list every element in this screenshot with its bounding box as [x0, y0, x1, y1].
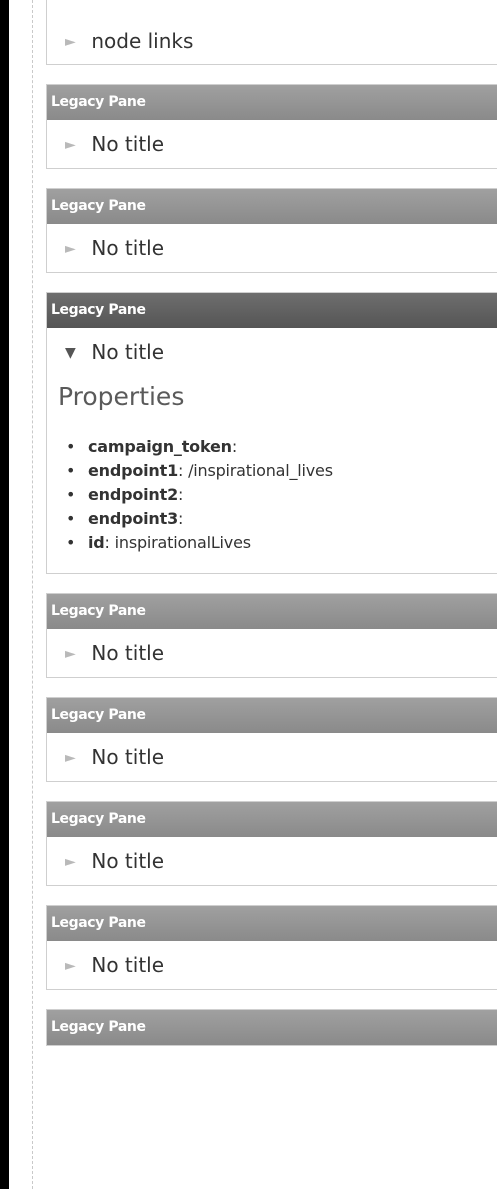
property-key: id — [88, 533, 105, 552]
property-item: id: inspirationalLives — [66, 531, 497, 555]
pane-header: Legacy Pane — [47, 293, 497, 328]
properties-list: campaign_token: endpoint1: /inspirationa… — [47, 435, 497, 573]
pane-header: Legacy Pane — [47, 189, 497, 224]
pane-header: Legacy Pane — [47, 85, 497, 120]
pane-header: Legacy Pane — [47, 1010, 497, 1045]
pane-title-row[interactable]: ► No title — [47, 120, 497, 168]
triangle-right-icon[interactable]: ► — [65, 630, 79, 678]
pane-list: ► node links Legacy Pane ► No title Lega… — [46, 0, 497, 1046]
triangle-right-icon[interactable]: ► — [65, 121, 79, 169]
pane-header: Legacy Pane — [47, 594, 497, 629]
pane-title-row[interactable]: ► No title — [47, 224, 497, 272]
triangle-right-icon[interactable]: ► — [65, 734, 79, 782]
legacy-pane: Legacy Pane — [46, 1009, 497, 1046]
pane-title: No title — [91, 745, 165, 769]
legacy-pane: Legacy Pane ► No title — [46, 697, 497, 782]
triangle-right-icon[interactable]: ► — [65, 225, 79, 273]
triangle-right-icon[interactable]: ► — [65, 942, 79, 990]
property-separator: : — [231, 437, 238, 456]
pane-node-links: ► node links — [46, 0, 497, 65]
property-separator: : — [178, 485, 184, 504]
left-dashed-divider — [32, 0, 33, 1189]
pane-title: No title — [91, 340, 165, 364]
property-item: endpoint3: — [66, 507, 497, 531]
pane-title-row[interactable]: ► node links — [47, 0, 497, 64]
property-key: campaign_token — [88, 437, 232, 456]
pane-title-row[interactable]: ► No title — [47, 941, 497, 989]
pane-title: node links — [91, 29, 194, 53]
pane-title: No title — [91, 953, 165, 977]
legacy-pane: Legacy Pane ► No title — [46, 188, 497, 273]
pane-title-row[interactable]: ► No title — [47, 733, 497, 781]
legacy-pane: Legacy Pane ► No title — [46, 593, 497, 678]
legacy-pane: Legacy Pane ► No title — [46, 905, 497, 990]
property-item: endpoint2: — [66, 483, 497, 507]
legacy-pane: Legacy Pane ► No title — [46, 801, 497, 886]
pane-header: Legacy Pane — [47, 906, 497, 941]
property-item: endpoint1: /inspirational_lives — [66, 459, 497, 483]
property-key: endpoint3 — [88, 509, 178, 528]
pane-header: Legacy Pane — [47, 802, 497, 837]
pane-title: No title — [91, 849, 165, 873]
property-value: inspirationalLives — [109, 533, 251, 552]
triangle-right-icon[interactable]: ► — [65, 0, 79, 85]
properties-heading: Properties — [58, 382, 185, 411]
pane-title-row[interactable]: ► No title — [47, 629, 497, 677]
pane-title: No title — [91, 641, 165, 665]
property-key: endpoint2 — [88, 485, 178, 504]
triangle-down-icon[interactable]: ▼ — [65, 329, 79, 377]
legacy-pane-expanded: Legacy Pane ▼ No title Properties campai… — [46, 292, 497, 574]
property-separator: : — [178, 509, 184, 528]
page-frame: ► node links Legacy Pane ► No title Lega… — [9, 0, 497, 1189]
pane-title-row[interactable]: ► No title — [47, 837, 497, 885]
property-key: endpoint1 — [88, 461, 178, 480]
triangle-right-icon[interactable]: ► — [65, 838, 79, 886]
legacy-pane: Legacy Pane ► No title — [46, 84, 497, 169]
pane-title: No title — [91, 236, 165, 260]
property-value: /inspirational_lives — [183, 461, 333, 480]
pane-title-row[interactable]: ▼ No title — [47, 328, 497, 376]
property-item: campaign_token: — [66, 435, 497, 459]
pane-header: Legacy Pane — [47, 698, 497, 733]
pane-title: No title — [91, 132, 165, 156]
